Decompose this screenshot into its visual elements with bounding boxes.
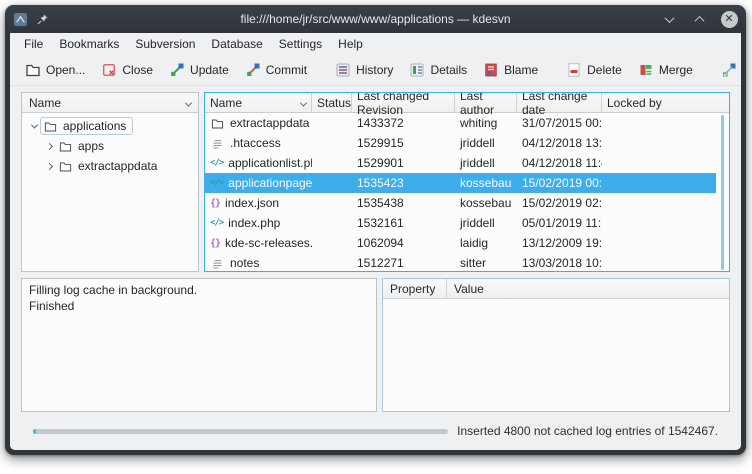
file-list-body: extractappdata1433372whiting31/07/2015 0… [205,113,729,272]
titlebar[interactable]: file:///home/jr/src/www/www/applications… [5,5,746,33]
tree-item-apps[interactable]: apps [22,136,198,156]
folder-icon [210,116,225,130]
window-title: file:///home/jr/src/www/www/applications… [5,12,746,26]
file-row-.htaccess[interactable]: .htaccess1529915jriddell04/12/2018 13:01 [205,133,716,153]
text-icon [210,136,225,150]
property-panel-body [383,299,729,411]
menu-item-bookmarks[interactable]: Bookmarks [51,34,127,54]
file-row-notes[interactable]: notes1512271sitter13/03/2018 10:26 [205,253,716,272]
minimize-icon[interactable] [660,10,678,28]
close-button[interactable]: Close [94,59,160,81]
repository-tree-panel: Name applicationsappsextractappdata [21,92,199,272]
column-header-last-change-date[interactable]: Last change date [517,93,602,112]
file-row-index.json[interactable]: {}index.json1535438kossebau15/02/2019 02… [205,193,716,213]
file-row-extractappdata[interactable]: extractappdata1433372whiting31/07/2015 0… [205,113,716,133]
vertical-scrollbar[interactable] [721,115,724,270]
menu-item-subversion[interactable]: Subversion [127,34,203,54]
value-column-header[interactable]: Value [447,279,729,298]
merge-button[interactable]: Merge [631,59,700,81]
column-header-last-author[interactable]: Last author [455,93,517,112]
menu-item-database[interactable]: Database [203,34,270,54]
file-list-panel: NameStatusLast changed RevisionLast auth… [204,92,730,272]
sort-indicator-icon [186,96,191,110]
tree-item-extractappdata[interactable]: extractappdata [22,156,198,176]
json-icon: {} [210,238,220,249]
progress-fill [33,429,36,434]
delete-button[interactable]: Delete [559,59,629,81]
menu-item-help[interactable]: Help [330,34,371,54]
file-row-applicationlist.php[interactable]: </>applicationlist.php1529901jriddell04/… [205,153,716,173]
menu-item-settings[interactable]: Settings [271,34,330,54]
file-list-header: NameStatusLast changed RevisionLast auth… [205,93,729,113]
blame-icon [483,62,499,78]
property-column-header[interactable]: Property [383,279,447,298]
commit-button[interactable]: Commit [238,59,314,81]
close-document-icon [101,62,117,78]
details-button[interactable]: Details [402,59,474,81]
history-button[interactable]: History [328,59,400,81]
file-list-rows: extractappdata1433372whiting31/07/2015 0… [205,113,716,272]
open-folder-icon [25,62,41,78]
menu-bar: FileBookmarksSubversionDatabaseSettingsH… [10,33,741,55]
maximize-icon[interactable] [690,10,708,28]
status-message: Inserted 4800 not cached log entries of … [457,424,718,438]
app-icon [13,12,28,26]
update-button[interactable]: Update [162,59,236,81]
sort-indicator-icon [297,96,306,110]
window-content: FileBookmarksSubversionDatabaseSettingsH… [10,33,741,450]
workspace: Name applicationsappsextractappdata Name… [10,86,741,450]
open-button[interactable]: Open... [18,59,92,81]
details-icon [409,62,425,78]
folder-icon [58,159,73,173]
php-icon: </> [210,178,223,188]
toolbar: Open...CloseUpdateCommit HistoryDetailsBl… [10,55,741,86]
history-log-icon [335,62,351,78]
expand-icon[interactable] [43,144,55,149]
file-row-index.php[interactable]: </>index.php1532161jriddell05/01/2019 11… [205,213,716,233]
svn-commit-icon [245,62,261,78]
delete-icon [566,62,582,78]
folder-icon [43,119,58,133]
tree-header-label: Name [29,96,61,110]
progress-bar [33,429,448,434]
collapse-icon[interactable] [28,124,40,129]
column-header-status[interactable]: Status [312,93,352,112]
merge-icon [638,62,654,78]
text-icon [210,256,225,270]
column-header-locked-by[interactable]: Locked by [602,93,729,112]
log-line: Filling log cache in background. [29,283,369,299]
kdesvn-window: file:///home/jr/src/www/www/applications… [5,5,746,455]
tree-item-applications[interactable]: applications [22,116,198,136]
column-header-name[interactable]: Name [205,93,312,112]
pin-icon[interactable] [35,12,50,26]
json-icon: {} [210,198,220,209]
log-line: Finished [29,299,369,315]
expand-icon[interactable] [43,164,55,169]
php-icon: </> [210,218,223,228]
column-header-last-changed-revision[interactable]: Last changed Revision [352,93,455,112]
menu-item-file[interactable]: File [16,34,51,54]
file-row-applicationpage.php[interactable]: </>applicationpage.php1535423kossebau15/… [205,173,716,193]
file-row-kde-sc-releases.json[interactable]: {}kde-sc-releases.json1062094laidig13/12… [205,233,716,253]
checkout-button[interactable]: Checkout [714,59,741,81]
tree-header[interactable]: Name [22,93,198,113]
blame-button[interactable]: Blame [476,59,545,81]
log-output-panel[interactable]: Filling log cache in background.Finished [21,278,377,412]
tree-body: applicationsappsextractappdata [22,113,198,176]
svn-update-icon [169,62,185,78]
status-bar: Inserted 4800 not cached log entries of … [21,412,730,450]
close-icon[interactable]: ✕ [720,10,738,28]
property-panel: Property Value [382,278,730,412]
folder-icon [58,139,73,153]
php-icon: </> [210,158,223,168]
checkout-icon [721,62,737,78]
